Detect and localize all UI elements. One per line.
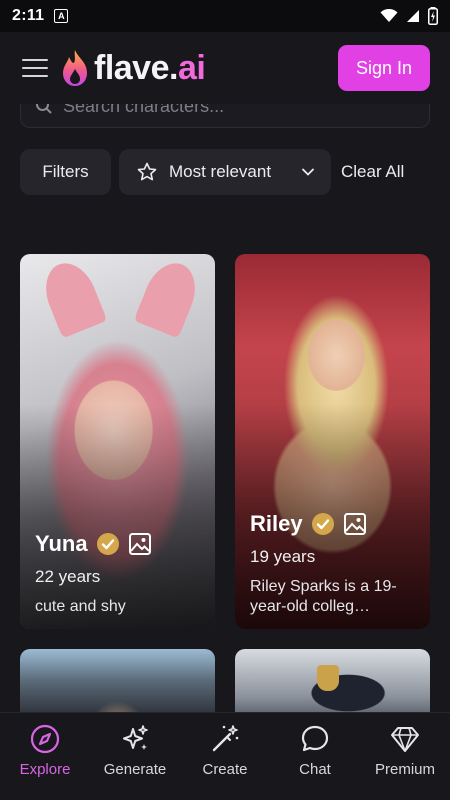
character-card-yuna[interactable]: Yuna 22 years cute and shy bbox=[20, 254, 215, 629]
nav-label: Explore bbox=[19, 761, 71, 778]
card-info: Yuna 22 years cute and shy bbox=[35, 531, 203, 617]
clear-all-button[interactable]: Clear All bbox=[341, 162, 404, 182]
sparkles-icon bbox=[123, 725, 148, 750]
nav-chat[interactable]: Chat bbox=[272, 723, 358, 778]
filters-button[interactable]: Filters bbox=[20, 149, 111, 195]
diamond-icon bbox=[391, 727, 419, 752]
nav-label: Generate bbox=[103, 761, 167, 778]
nav-label: Create bbox=[202, 761, 248, 778]
filter-row: Filters Most relevant Clear All bbox=[20, 149, 430, 195]
photo-icon bbox=[128, 533, 151, 555]
compass-icon bbox=[30, 724, 60, 754]
cap-badge-image bbox=[317, 665, 339, 691]
chat-bubble-icon bbox=[301, 725, 329, 752]
logo-accent-text: ai bbox=[177, 48, 206, 87]
signal-icon bbox=[407, 10, 419, 22]
chevron-down-icon bbox=[302, 168, 314, 176]
verified-badge-icon bbox=[311, 513, 334, 535]
nav-explore[interactable]: Explore bbox=[2, 723, 88, 778]
nav-create[interactable]: Create bbox=[182, 723, 268, 778]
star-icon bbox=[137, 162, 157, 181]
name-row: Riley bbox=[250, 511, 418, 537]
status-time: 2:11 bbox=[12, 7, 45, 24]
character-age: 22 years bbox=[35, 567, 101, 586]
app-screen: 2:11 A flave.ai Sign In Filters Most bbox=[0, 0, 450, 800]
status-bar: 2:11 A bbox=[0, 0, 450, 32]
nav-label: Premium bbox=[374, 761, 435, 778]
verified-badge-icon bbox=[96, 533, 119, 555]
sign-in-button[interactable]: Sign In bbox=[338, 45, 430, 91]
photo-icon bbox=[343, 513, 366, 535]
sort-dropdown[interactable]: Most relevant bbox=[119, 149, 331, 195]
logo-wordmark: flave.ai bbox=[94, 48, 206, 88]
character-description: Riley Sparks is a 19-year-old colleg… bbox=[250, 578, 397, 615]
character-name: Yuna bbox=[35, 531, 88, 556]
bottom-navigation: Explore Generate Create Chat Premium bbox=[0, 712, 450, 800]
hamburger-menu-icon[interactable] bbox=[22, 59, 48, 77]
card-info: Riley 19 years Riley Sparks is a 19-year… bbox=[250, 511, 418, 617]
logo-main-text: flave. bbox=[94, 48, 178, 87]
app-logo[interactable]: flave.ai bbox=[60, 48, 206, 88]
notification-icon: A bbox=[54, 9, 69, 23]
nav-premium[interactable]: Premium bbox=[362, 723, 448, 778]
sort-label: Most relevant bbox=[169, 162, 272, 181]
magic-wand-icon bbox=[212, 725, 239, 752]
status-icons bbox=[380, 7, 438, 25]
character-age: 19 years bbox=[250, 547, 316, 566]
app-header: flave.ai Sign In bbox=[0, 32, 450, 104]
battery-icon bbox=[428, 7, 438, 25]
nav-label: Chat bbox=[299, 761, 331, 778]
name-row: Yuna bbox=[35, 531, 203, 557]
character-name: Riley bbox=[250, 511, 303, 536]
wifi-icon bbox=[380, 9, 398, 22]
nav-generate[interactable]: Generate bbox=[92, 723, 178, 778]
flame-logo-icon bbox=[63, 50, 87, 86]
character-card-riley[interactable]: Riley 19 years Riley Sparks is a 19-year… bbox=[235, 254, 430, 629]
character-description: cute and shy bbox=[35, 598, 126, 615]
